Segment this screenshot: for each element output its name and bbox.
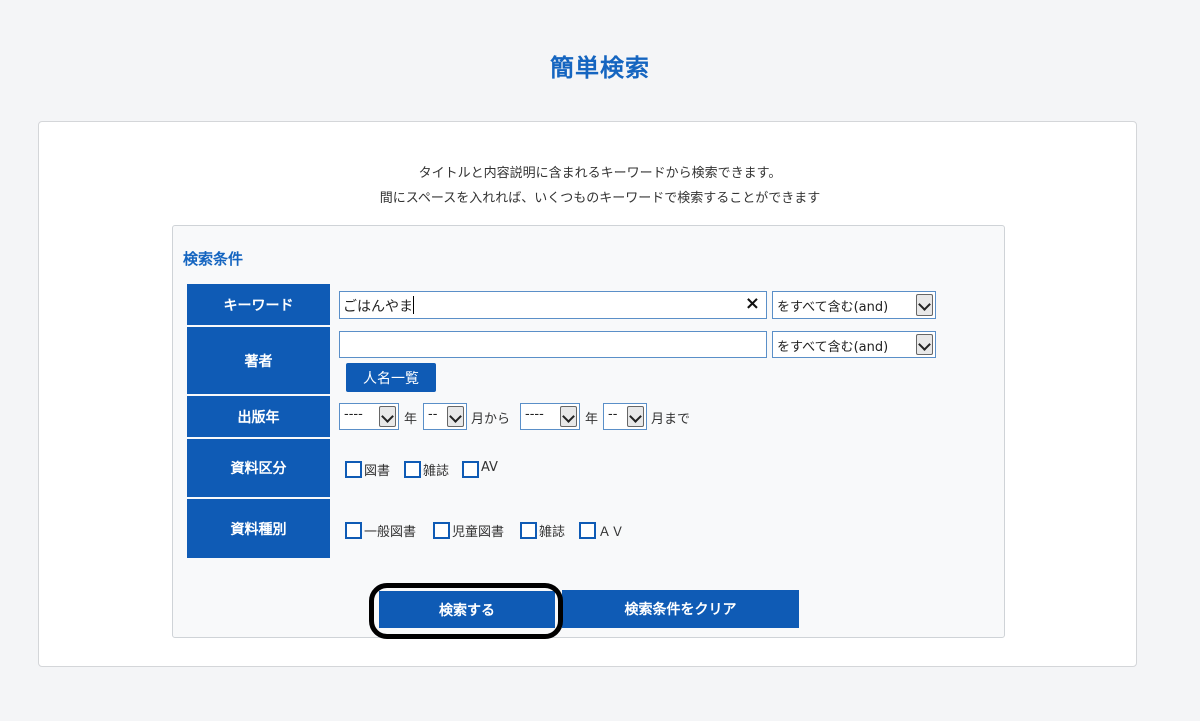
section-title: 検索条件 [183, 250, 244, 268]
highlight-ring [369, 583, 563, 639]
intro-line-1: タイトルと内容説明に含まれるキーワードから検索できます。 [418, 166, 782, 181]
to-month-select[interactable]: -- [603, 403, 647, 430]
type-magazine-label: 雑誌 [539, 525, 566, 540]
chevron-down-icon [560, 406, 577, 427]
category-magazine-label: 雑誌 [423, 464, 450, 479]
from-month-select[interactable]: -- [423, 403, 467, 430]
type-general-label: 一般図書 [364, 525, 417, 540]
from-month-value: -- [428, 407, 438, 422]
chevron-down-icon [627, 406, 644, 427]
type-av-label: ＡＶ [598, 525, 625, 540]
to-year-value: ---- [525, 407, 544, 422]
checkbox-category-av[interactable] [462, 461, 479, 478]
chevron-down-icon [447, 406, 464, 427]
from-year-value: ---- [344, 407, 363, 422]
chevron-down-icon [916, 334, 933, 355]
checkbox-type-av[interactable] [579, 522, 596, 539]
page-title: 簡単検索 [550, 54, 650, 82]
keyword-label: キーワード [187, 284, 330, 325]
material-type-label: 資料種別 [187, 499, 330, 558]
chevron-down-icon [916, 294, 933, 316]
keyword-input[interactable]: ごはんやま × [339, 291, 767, 319]
chevron-down-icon [379, 406, 396, 427]
keyword-mode-value: をすべて含む(and) [777, 300, 889, 315]
author-input[interactable] [339, 331, 767, 358]
year-unit-2: 年 [585, 412, 599, 427]
category-book-label: 図書 [364, 464, 391, 479]
checkbox-category-magazine[interactable] [404, 461, 421, 478]
material-category-label: 資料区分 [187, 439, 330, 497]
to-month-suffix: 月まで [651, 412, 691, 427]
checkbox-type-general[interactable] [345, 522, 362, 539]
intro-line-2: 間にスペースを入れれば、いくつものキーワードで検索することができます [379, 191, 821, 206]
author-mode-select[interactable]: をすべて含む(and) [772, 331, 936, 358]
author-label: 著者 [187, 327, 330, 394]
clear-icon[interactable]: × [745, 293, 760, 314]
from-month-suffix: 月から [471, 412, 511, 427]
keyword-input-value: ごはんやま [343, 299, 413, 315]
name-list-button[interactable]: 人名一覧 [346, 363, 436, 392]
checkbox-category-book[interactable] [345, 461, 362, 478]
pub-year-label: 出版年 [187, 396, 330, 437]
year-unit-1: 年 [404, 412, 418, 427]
clear-conditions-button[interactable]: 検索条件をクリア [562, 590, 799, 628]
category-av-label: AV [481, 460, 498, 475]
checkbox-type-children[interactable] [433, 522, 450, 539]
author-mode-value: をすべて含む(and) [777, 340, 889, 355]
to-month-value: -- [608, 407, 618, 422]
text-caret [413, 296, 414, 314]
keyword-mode-select[interactable]: をすべて含む(and) [772, 291, 936, 319]
checkbox-type-magazine[interactable] [520, 522, 537, 539]
type-children-label: 児童図書 [452, 525, 505, 540]
from-year-select[interactable]: ---- [339, 403, 399, 430]
to-year-select[interactable]: ---- [520, 403, 580, 430]
